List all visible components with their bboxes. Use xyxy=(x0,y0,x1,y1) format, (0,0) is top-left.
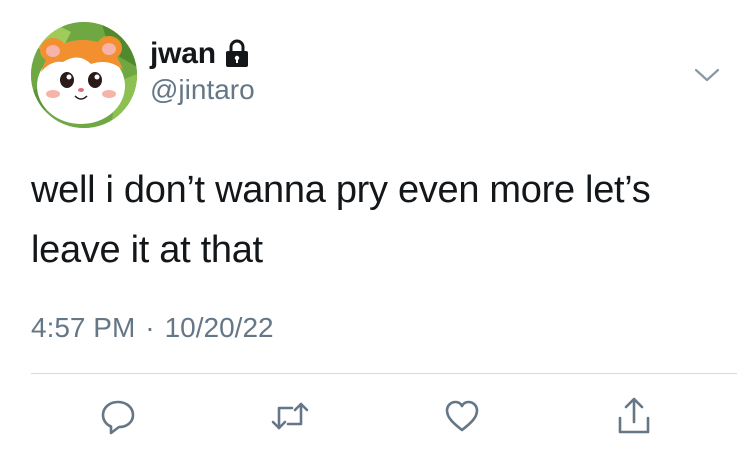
reply-button[interactable] xyxy=(98,396,138,436)
meta-separator: · xyxy=(145,312,155,343)
like-button[interactable] xyxy=(442,396,482,436)
tweet-timestamp[interactable]: 4:57 PM · 10/20/22 xyxy=(31,312,274,344)
heart-icon xyxy=(445,400,479,432)
hamster-avatar-icon xyxy=(31,22,137,128)
lock-icon xyxy=(224,39,250,69)
tweet-card: jwan @jintaro well i don’t wanna pry eve… xyxy=(0,0,750,461)
share-button[interactable] xyxy=(614,396,654,436)
tweet-date: 10/20/22 xyxy=(164,312,274,343)
user-info[interactable]: jwan @jintaro xyxy=(150,36,255,106)
share-icon xyxy=(618,397,650,434)
display-name[interactable]: jwan xyxy=(150,37,216,71)
user-handle[interactable]: @jintaro xyxy=(150,74,255,106)
retweet-icon xyxy=(271,402,309,430)
divider xyxy=(31,373,737,374)
avatar[interactable] xyxy=(31,22,137,128)
retweet-button[interactable] xyxy=(270,396,310,436)
reply-icon xyxy=(101,400,135,435)
chevron-down-icon[interactable] xyxy=(692,64,722,86)
tweet-time: 4:57 PM xyxy=(31,312,136,343)
tweet-text: well i don’t wanna pry even more let’s l… xyxy=(31,169,651,271)
display-name-row: jwan xyxy=(150,36,255,72)
